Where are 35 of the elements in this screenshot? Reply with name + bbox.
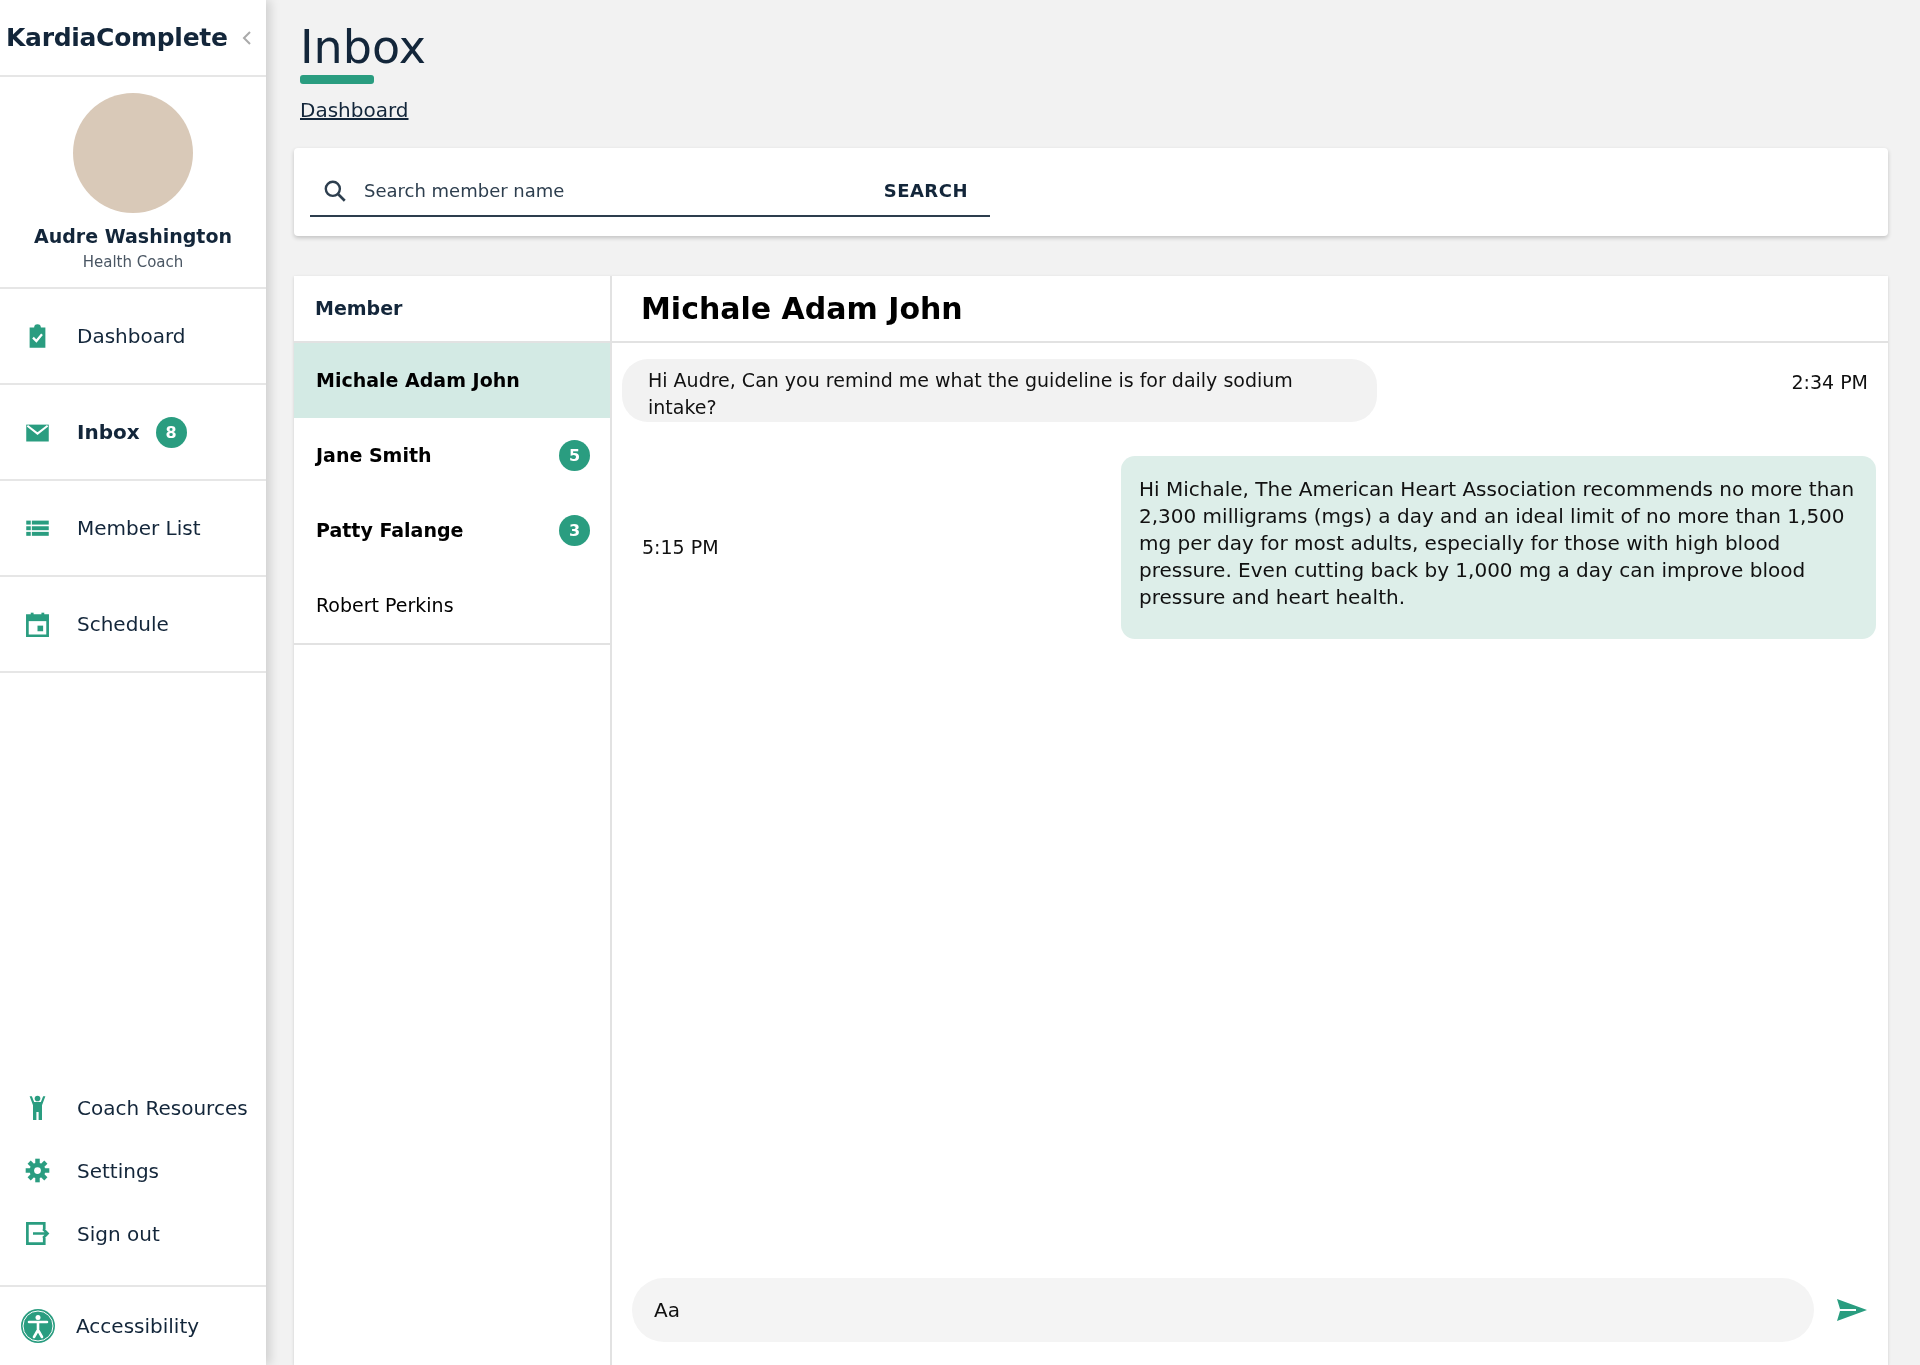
column-heading: Member: [315, 297, 403, 320]
unread-count-badge: 5: [559, 439, 590, 471]
nav-item[interactable]: Settings: [0, 1139, 266, 1202]
conversation-row[interactable]: Jane Smith 5: [294, 417, 610, 493]
settings-icon: [24, 1157, 51, 1184]
conversation-title: Michale Adam John: [641, 290, 963, 326]
calendar-icon: [24, 610, 51, 638]
accessibility-icon: [20, 1308, 56, 1344]
nav-item[interactable]: Member List: [0, 481, 266, 577]
brand-name: KardiaComplete: [6, 23, 228, 52]
profile-role: Health Coach: [82, 253, 184, 271]
message-input-field[interactable]: Aa: [632, 1278, 1814, 1342]
nav-item[interactable]: Inbox 8: [0, 385, 266, 481]
message-time: 2:34 PM: [1791, 369, 1869, 393]
outgoing-message-bubble: Hi Michale, The American Heart Association recommends no more than 2,300 milligrams (mgs) a day and an ideal limit of no more than 1,500 mg per day for most adults, especially for those with high blood pressure. Even cutting back by 1,000 mg a day can improve blood pressure and heart health.: [1121, 455, 1876, 639]
conversation-row[interactable]: Patty Falange 3: [294, 492, 610, 568]
search-button[interactable]: SEARCH: [861, 180, 990, 202]
conversation-row[interactable]: Robert Perkins: [294, 567, 610, 645]
nav-item[interactable]: Coach Resources: [0, 1076, 266, 1139]
incoming-message-bubble: Hi Audre, Can you remind me what the guideline is for daily sodium intake?: [622, 358, 1377, 422]
accessibility-button[interactable]: Accessibility: [0, 1285, 266, 1365]
nav-item[interactable]: Sign out: [0, 1202, 266, 1265]
profile-name: Audre Washington: [34, 225, 232, 247]
conversation-row[interactable]: Michale Adam John: [294, 342, 610, 418]
search-field[interactable]: Search member name SEARCH: [310, 166, 990, 217]
sign-out-icon: [24, 1220, 51, 1247]
nav-item[interactable]: Schedule: [0, 577, 266, 673]
page-title: Inbox: [300, 22, 426, 73]
nav-item[interactable]: Dashboard: [0, 289, 266, 385]
message-time: 5:15 PM: [641, 536, 719, 559]
breadcrumb-link[interactable]: Dashboard: [300, 97, 409, 122]
unread-count-badge: 8: [155, 416, 187, 448]
send-icon[interactable]: [1836, 1298, 1868, 1322]
collapse-chevron-icon[interactable]: [241, 29, 252, 46]
unread-count-badge: 3: [559, 514, 590, 546]
